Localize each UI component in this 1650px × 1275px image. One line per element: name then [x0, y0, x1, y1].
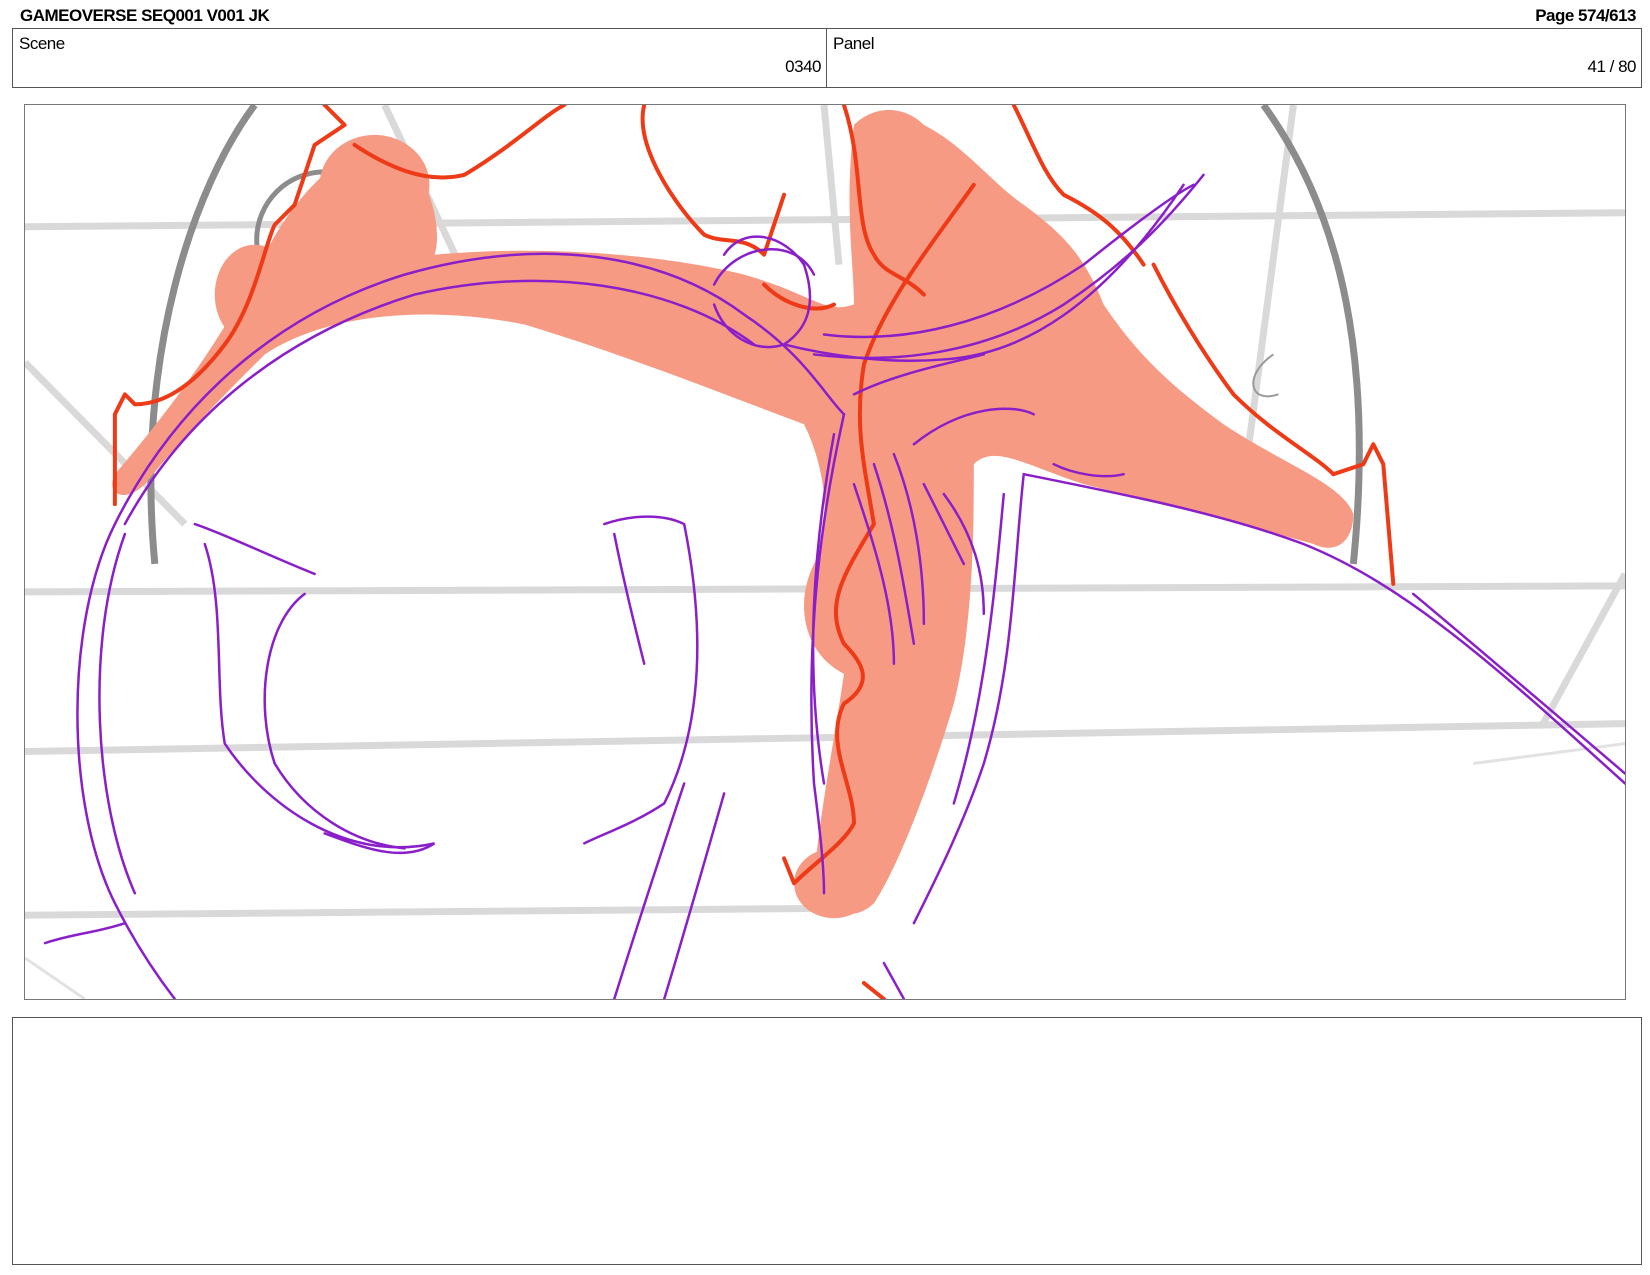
scene-label: Scene: [19, 34, 65, 53]
salmon-fill: [112, 109, 1354, 919]
panel-cell: Panel 41 / 80: [827, 29, 1641, 87]
document-title: GAMEOVERSE SEQ001 V001 JK: [20, 6, 270, 25]
page-number: Page 574/613: [1535, 6, 1636, 25]
scene-cell: Scene 0340: [13, 29, 827, 87]
panel-number: 41 / 80: [1587, 57, 1637, 76]
storyboard-sketch: [25, 105, 1625, 999]
panel-label: Panel: [833, 34, 874, 53]
storyboard-frame: [24, 104, 1626, 1000]
scene-number: 0340: [785, 57, 821, 76]
notes-box: [12, 1017, 1642, 1265]
scene-panel-info-box: Scene 0340 Panel 41 / 80: [12, 28, 1642, 88]
